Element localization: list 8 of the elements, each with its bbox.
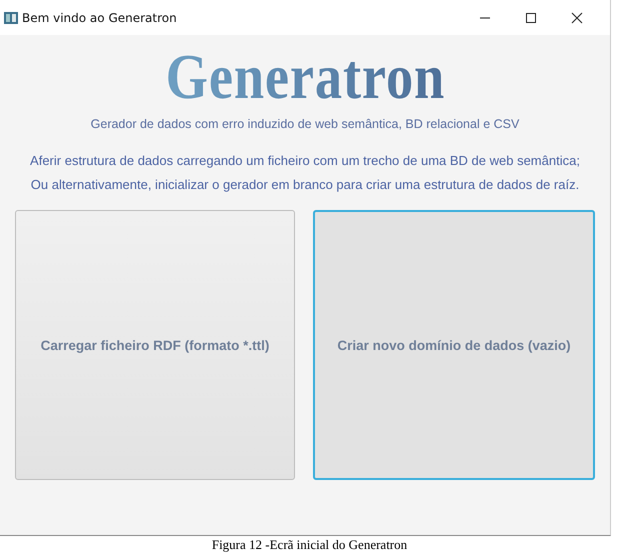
figure-caption: Figura 12 -Ecrã inicial do Generatron bbox=[210, 537, 408, 553]
action-button[interactable]: Carregar ficheiro RDF (formato *.ttl) bbox=[15, 210, 295, 480]
subtitle: Gerador de dados com erro induzido de web semântica, BD relacional e CSV bbox=[90, 117, 520, 131]
instruction-text: Aferir estrutura de dados carregando um ficheiro com um trecho de uma BD de web semântica; bbox=[30, 153, 580, 168]
action-button[interactable]: Criar novo domínio de dados (vazio) bbox=[313, 210, 595, 480]
app-icon bbox=[4, 12, 18, 24]
instruction-text: Ou alternativamente, inicializar o gerador em branco para criar uma estrutura de dados de raíz. bbox=[30, 177, 580, 192]
window-title: Bem vindo ao Generatron bbox=[22, 10, 178, 24]
